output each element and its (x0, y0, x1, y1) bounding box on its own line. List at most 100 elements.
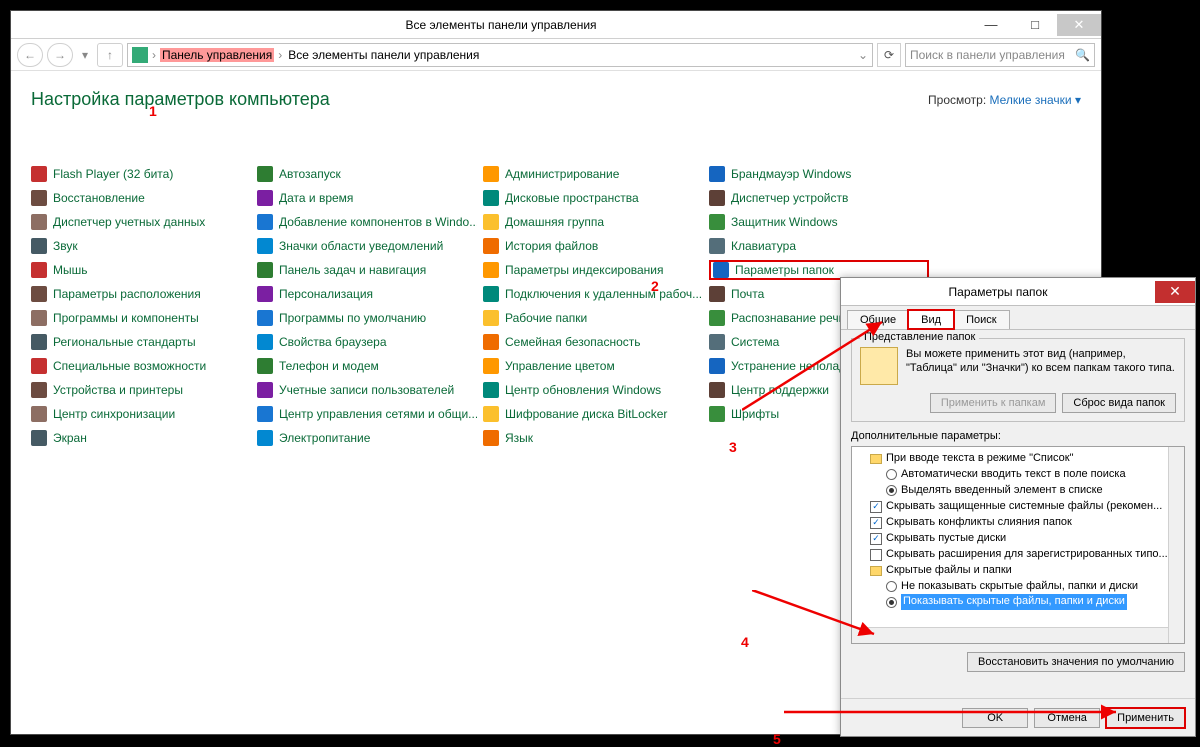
cp-item[interactable]: Добавление компонентов в Windo... (257, 212, 477, 232)
checkbox-checked-icon[interactable]: ✓ (870, 501, 882, 513)
up-button[interactable]: ↑ (97, 43, 123, 67)
cp-item[interactable]: Администрирование (483, 164, 703, 184)
checkbox-unchecked-icon[interactable] (870, 549, 882, 561)
cp-item[interactable]: История файлов (483, 236, 703, 256)
cp-item[interactable]: Центр обновления Windows (483, 380, 703, 400)
item-label: Почта (731, 287, 764, 301)
recent-dropdown[interactable]: ▾ (77, 43, 93, 67)
cp-item[interactable]: Язык (483, 428, 703, 448)
horizontal-scrollbar[interactable] (852, 627, 1168, 643)
item-icon (709, 334, 725, 350)
dialog-tabs: Общие Вид Поиск (841, 306, 1195, 330)
minimize-button[interactable]: — (969, 14, 1013, 36)
item-icon (709, 358, 725, 374)
item-icon (257, 214, 273, 230)
cp-item[interactable]: Диспетчер учетных данных (31, 212, 251, 232)
dialog-close-button[interactable]: ✕ (1155, 281, 1195, 303)
cp-item[interactable]: Управление цветом (483, 356, 703, 376)
tab-search[interactable]: Поиск (953, 310, 1009, 329)
breadcrumb-current[interactable]: Все элементы панели управления (286, 48, 481, 62)
cp-item[interactable]: Экран (31, 428, 251, 448)
cp-item[interactable]: Диспетчер устройств (709, 188, 929, 208)
tree-item-selected[interactable]: Показывать скрытые файлы, папки и диски (901, 594, 1127, 610)
cp-item[interactable]: Мышь (31, 260, 251, 280)
tree-item[interactable]: Не показывать скрытые файлы, папки и дис… (901, 579, 1138, 595)
item-icon (709, 286, 725, 302)
forward-button[interactable]: → (47, 43, 73, 67)
radio-off-icon[interactable] (886, 581, 897, 592)
view-value-link[interactable]: Мелкие значки ▾ (990, 93, 1081, 107)
tab-general[interactable]: Общие (847, 310, 909, 329)
maximize-button[interactable]: □ (1013, 14, 1057, 36)
item-label: Диспетчер устройств (731, 191, 848, 205)
cp-item[interactable]: Flash Player (32 бита) (31, 164, 251, 184)
restore-defaults-button[interactable]: Восстановить значения по умолчанию (967, 652, 1185, 672)
cp-item[interactable]: Персонализация (257, 284, 477, 304)
cp-item[interactable]: Программы по умолчанию (257, 308, 477, 328)
cp-item[interactable]: Дисковые пространства (483, 188, 703, 208)
cp-item[interactable]: Региональные стандарты (31, 332, 251, 352)
tree-item[interactable]: Выделять введенный элемент в списке (901, 483, 1103, 499)
cp-item[interactable]: Параметры расположения (31, 284, 251, 304)
item-label: Центр обновления Windows (505, 383, 661, 397)
cp-item[interactable]: Шифрование диска BitLocker (483, 404, 703, 424)
item-icon (257, 190, 273, 206)
cp-item[interactable]: Семейная безопасность (483, 332, 703, 352)
cp-item[interactable]: Устройства и принтеры (31, 380, 251, 400)
item-label: Центр поддержки (731, 383, 829, 397)
cp-item[interactable]: Брандмауэр Windows (709, 164, 929, 184)
item-label: Распознавание речи (731, 311, 845, 325)
search-box[interactable]: Поиск в панели управления 🔍 (905, 43, 1095, 67)
radio-on-icon[interactable] (886, 597, 897, 608)
cp-item[interactable]: Программы и компоненты (31, 308, 251, 328)
breadcrumb[interactable]: › Панель управления › Все элементы панел… (127, 43, 873, 67)
cp-item[interactable]: Домашняя группа (483, 212, 703, 232)
cp-item[interactable]: Подключения к удаленным рабоч... (483, 284, 703, 304)
cp-item[interactable]: Центр управления сетями и общи... (257, 404, 477, 424)
cp-item[interactable]: Значки области уведомлений (257, 236, 477, 256)
tree-item[interactable]: Скрывать расширения для зарегистрированн… (886, 547, 1168, 563)
radio-on-icon[interactable] (886, 485, 897, 496)
tree-item[interactable]: Скрывать пустые диски (886, 531, 1006, 547)
cp-item[interactable]: Панель задач и навигация (257, 260, 477, 280)
cp-item[interactable]: Параметры индексирования (483, 260, 703, 280)
checkbox-checked-icon[interactable]: ✓ (870, 533, 882, 545)
cp-item[interactable]: Свойства браузера (257, 332, 477, 352)
cp-item[interactable]: Клавиатура (709, 236, 929, 256)
close-button[interactable]: ✕ (1057, 14, 1101, 36)
cp-item[interactable]: Звук (31, 236, 251, 256)
cancel-button[interactable]: Отмена (1034, 708, 1100, 728)
back-button[interactable]: ← (17, 43, 43, 67)
cp-item[interactable]: Восстановление (31, 188, 251, 208)
radio-off-icon[interactable] (886, 469, 897, 480)
item-icon (483, 310, 499, 326)
tab-view[interactable]: Вид (908, 310, 954, 329)
cp-item[interactable]: Специальные возможности (31, 356, 251, 376)
breadcrumb-root[interactable]: Панель управления (160, 48, 274, 62)
refresh-button[interactable]: ⟳ (877, 43, 901, 67)
reset-folders-button[interactable]: Сброс вида папок (1062, 393, 1176, 413)
cp-item[interactable]: Электропитание (257, 428, 477, 448)
apply-button[interactable]: Применить (1106, 708, 1185, 728)
item-icon (483, 238, 499, 254)
ok-button[interactable]: OK (962, 708, 1028, 728)
cp-item[interactable]: Дата и время (257, 188, 477, 208)
cp-item[interactable]: Центр синхронизации (31, 404, 251, 424)
tree-item[interactable]: При вводе текста в режиме "Список" (886, 451, 1073, 467)
item-icon (483, 406, 499, 422)
cp-item[interactable]: Автозапуск (257, 164, 477, 184)
tree-item[interactable]: Скрывать защищенные системные файлы (рек… (886, 499, 1162, 515)
checkbox-checked-icon[interactable]: ✓ (870, 517, 882, 529)
cp-item[interactable]: Учетные записи пользователей (257, 380, 477, 400)
tree-item[interactable]: Автоматически вводить текст в поле поиск… (901, 467, 1126, 483)
tree-item[interactable]: Скрытые файлы и папки (886, 563, 1012, 579)
vertical-scrollbar[interactable] (1168, 447, 1184, 643)
cp-item[interactable]: Защитник Windows (709, 212, 929, 232)
cp-item[interactable]: Телефон и модем (257, 356, 477, 376)
advanced-settings-tree[interactable]: При вводе текста в режиме "Список" Автом… (851, 446, 1185, 644)
cp-item[interactable]: Рабочие папки (483, 308, 703, 328)
apply-to-folders-button[interactable]: Применить к папкам (930, 393, 1057, 413)
tree-item[interactable]: Скрывать конфликты слияния папок (886, 515, 1072, 531)
item-label: Свойства браузера (279, 335, 387, 349)
breadcrumb-dropdown-icon[interactable]: ⌄ (858, 48, 868, 62)
